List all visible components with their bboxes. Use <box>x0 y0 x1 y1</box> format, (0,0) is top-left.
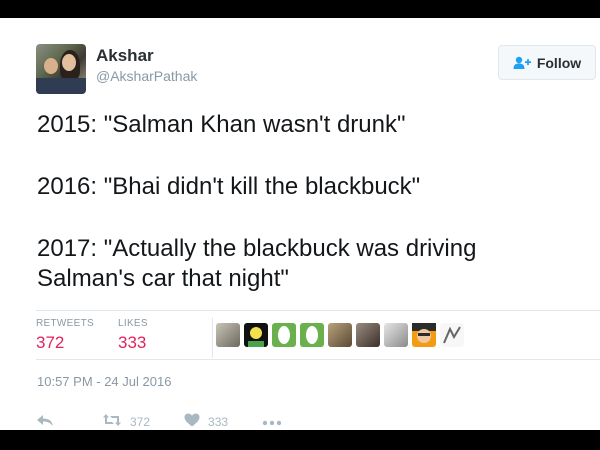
likes-stat[interactable]: LIKES 333 <box>118 318 148 353</box>
add-user-icon <box>513 56 531 70</box>
tweet-text: 2015: "Salman Khan wasn't drunk" 2016: "… <box>37 110 577 294</box>
tweet-timestamp[interactable]: 10:57 PM - 24 Jul 2016 <box>37 374 171 389</box>
retweets-label: RETWEETS <box>36 318 94 329</box>
retweets-count: 372 <box>36 333 65 352</box>
likes-count: 333 <box>118 333 147 352</box>
follow-button[interactable]: Follow <box>498 45 596 80</box>
divider <box>36 359 600 360</box>
tweet-actions: 372 333 <box>36 413 282 430</box>
liker-avatar[interactable] <box>300 323 324 347</box>
retweet-count: 372 <box>130 414 151 429</box>
like-count: 333 <box>208 414 229 429</box>
stats-separator <box>212 318 213 358</box>
likes-label: LIKES <box>118 318 148 329</box>
liker-avatar[interactable] <box>328 323 352 347</box>
author-name[interactable]: Akshar <box>96 46 154 66</box>
likers-avatars <box>216 323 464 347</box>
tweet-card: Akshar @AksharPathak Follow 2015: "Salma… <box>0 18 600 430</box>
liker-avatar[interactable] <box>384 323 408 347</box>
tweet-line: 2016: "Bhai didn't kill the blackbuck" <box>37 173 421 200</box>
reply-icon <box>36 413 54 430</box>
retweets-stat[interactable]: RETWEETS 372 <box>36 318 94 353</box>
tweet-header: Akshar @AksharPathak Follow <box>36 44 600 96</box>
tweet-line: 2017: "Actually the blackbuck was drivin… <box>37 235 477 292</box>
retweet-button[interactable]: 372 <box>102 413 150 430</box>
more-button[interactable] <box>262 415 282 429</box>
reply-button[interactable] <box>36 413 54 430</box>
liker-avatar[interactable] <box>412 323 436 347</box>
liker-avatar[interactable] <box>272 323 296 347</box>
follow-label: Follow <box>536 54 582 71</box>
tweet-line: 2015: "Salman Khan wasn't drunk" <box>37 111 406 138</box>
divider <box>36 310 600 311</box>
tweet-stats: RETWEETS 372 LIKES 333 <box>36 318 600 358</box>
liker-avatar[interactable] <box>356 323 380 347</box>
liker-avatar[interactable] <box>244 323 268 347</box>
avatar[interactable] <box>36 44 86 94</box>
like-button[interactable]: 333 <box>184 413 228 430</box>
heart-icon <box>184 413 200 430</box>
author-handle[interactable]: @AksharPathak <box>96 68 197 84</box>
more-icon <box>262 415 282 429</box>
liker-avatar[interactable] <box>440 323 464 347</box>
retweet-icon <box>102 413 122 430</box>
liker-avatar[interactable] <box>216 323 240 347</box>
